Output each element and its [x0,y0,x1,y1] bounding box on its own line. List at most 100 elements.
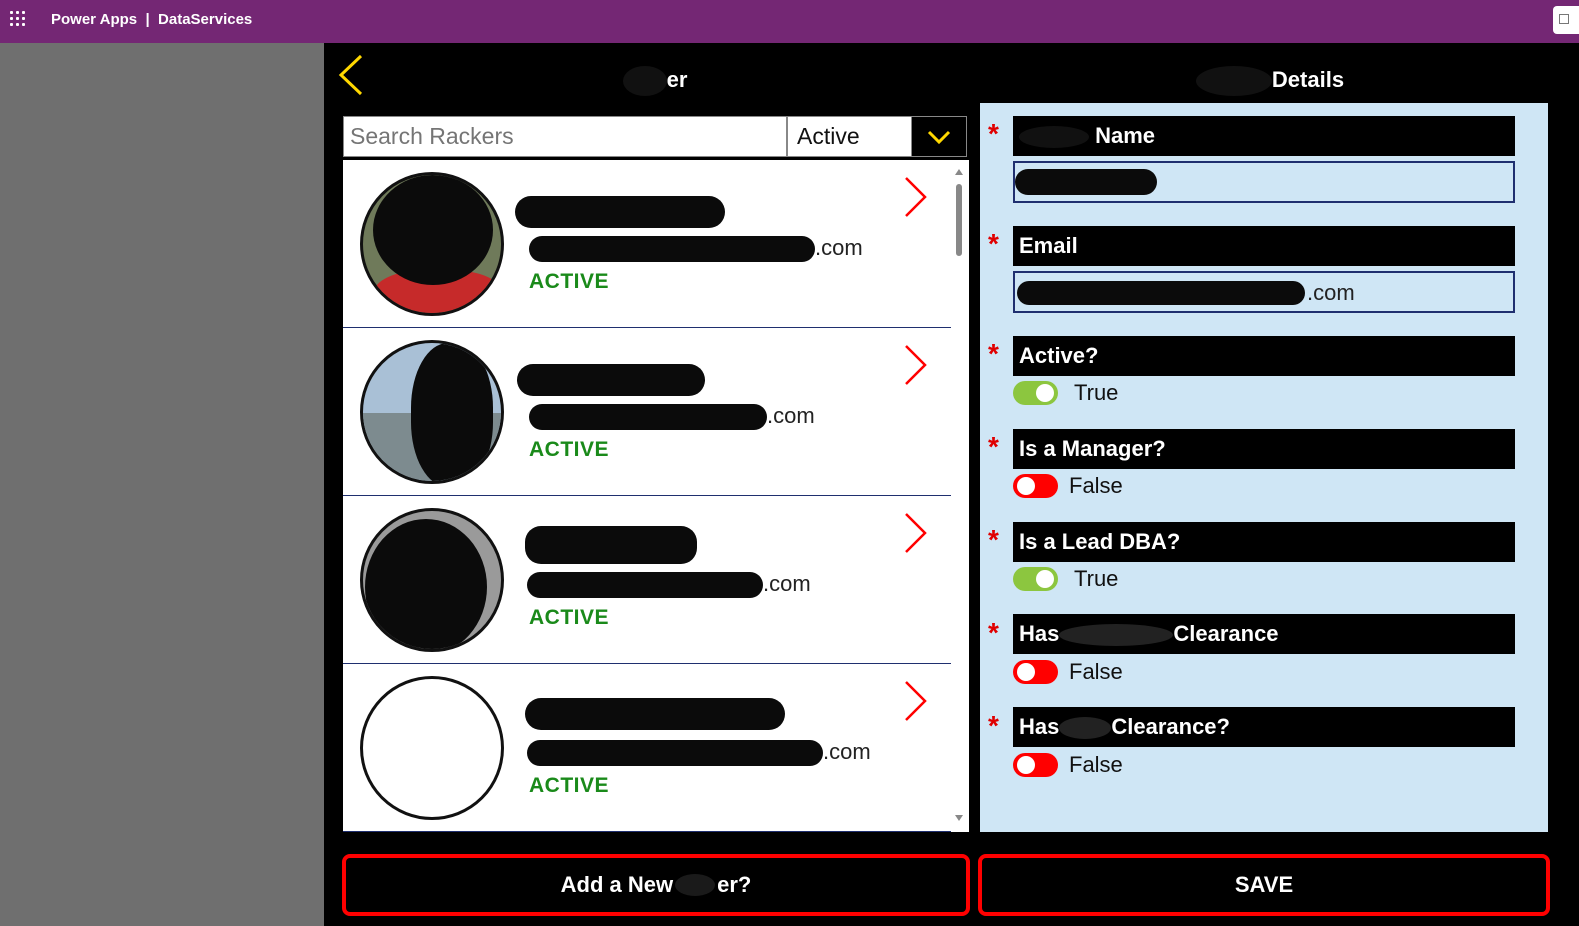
redaction [411,343,493,481]
redaction [527,740,823,766]
avatar [360,508,504,652]
name-field[interactable] [1013,161,1515,203]
gallery-title: er [580,66,730,96]
toggle-knob [1036,570,1054,588]
app-name: Power Apps [51,11,138,28]
title-separator: | [145,11,150,28]
expand-icon [1559,14,1569,24]
required-marker: * [988,431,999,462]
chevron-right-icon[interactable] [903,680,929,722]
scrollbar-thumb[interactable] [956,184,962,256]
email-field[interactable]: .com [1013,271,1515,313]
redaction [1059,624,1174,647]
redaction [1015,169,1157,195]
list-item[interactable]: .com ACTIVE [343,496,951,664]
search-input[interactable] [343,116,787,157]
dropdown-toggle-button[interactable] [911,116,967,157]
avatar [360,172,504,316]
status-filter-dropdown[interactable]: Active [787,116,913,157]
required-marker: * [988,617,999,648]
environment-name: DataServices [158,11,253,28]
redaction [1019,126,1089,149]
list-item[interactable]: .com ACTIVE [343,664,951,832]
save-label: SAVE [1234,872,1294,897]
details-title: Details [1180,66,1360,96]
add-new-suffix: er? [717,872,752,897]
redaction [525,698,785,730]
active-label: Active? [1013,336,1515,376]
chevron-right-icon[interactable] [903,344,929,386]
list-item[interactable]: .com ACTIVE [343,328,951,496]
redaction [1017,281,1305,305]
redaction [515,196,725,228]
active-toggle[interactable] [1013,381,1058,405]
list-item[interactable]: .com ACTIVE [343,160,951,328]
required-marker: * [988,228,999,259]
lead-dba-label: Is a Lead DBA? [1013,522,1515,562]
status-badge: ACTIVE [529,606,610,629]
toggle-knob [1017,756,1035,774]
lead-dba-value: True [1074,566,1119,591]
chevron-right-icon[interactable] [903,512,929,554]
chevron-down-icon [927,130,951,145]
redaction [1195,66,1272,96]
email-suffix: .com [763,571,811,596]
redaction [527,572,763,598]
avatar [360,676,504,820]
expand-button[interactable] [1553,6,1579,34]
name-label-text: Name [1095,123,1156,148]
scroll-down-icon[interactable] [954,814,964,822]
chevron-right-icon[interactable] [903,176,929,218]
clearance-toggle[interactable] [1013,660,1058,684]
lead-dba-toggle[interactable] [1013,567,1058,591]
details-title-text: Details [1271,66,1345,92]
required-marker: * [988,524,999,555]
manager-value: False [1069,473,1123,498]
redaction [525,526,697,564]
required-marker: * [988,118,999,149]
scroll-up-icon[interactable] [954,168,964,176]
email-suffix: .com [823,739,871,764]
clearance-2-label: Has Clearance? [1013,707,1515,747]
email-label: Email [1013,226,1515,266]
redaction [365,519,487,649]
clearance-2-label-prefix: Has [1019,714,1060,739]
clearance-2-value: False [1069,752,1123,777]
rackers-gallery[interactable]: .com ACTIVE .com ACTIVE .com ACTIVE .com… [343,160,969,832]
left-gutter [0,43,324,926]
email-suffix: .com [1307,280,1355,305]
status-filter-value: Active [797,123,860,149]
redaction [622,66,667,96]
email-suffix: .com [815,235,863,260]
app-launcher-icon[interactable] [10,11,28,29]
status-badge: ACTIVE [529,774,610,797]
back-arrow-icon[interactable] [337,54,367,96]
add-new-prefix: Add a New [560,872,674,897]
active-value: True [1074,380,1119,405]
redaction [529,404,767,430]
required-marker: * [988,710,999,741]
redaction [1059,717,1112,740]
clearance-value: False [1069,659,1123,684]
status-badge: ACTIVE [529,270,610,293]
clearance-label: Has Clearance [1013,614,1515,654]
toggle-knob [1017,477,1035,495]
redaction [373,175,493,285]
toggle-knob [1036,384,1054,402]
name-label: Name [1013,116,1515,156]
clearance-label-prefix: Has [1019,621,1060,646]
gallery-title-text: er [666,66,688,92]
redaction [517,364,705,396]
app-header: Power Apps | DataServices [0,0,1579,43]
add-new-button[interactable]: Add a New er? [342,854,970,916]
save-button[interactable]: SAVE [978,854,1550,916]
clearance-2-toggle[interactable] [1013,753,1058,777]
redaction [675,874,716,896]
avatar [360,340,504,484]
status-badge: ACTIVE [529,438,610,461]
app-title: Power Apps | DataServices [51,11,252,28]
redaction [529,236,815,262]
email-suffix: .com [767,403,815,428]
clearance-2-label-suffix: Clearance? [1111,714,1230,739]
manager-toggle[interactable] [1013,474,1058,498]
